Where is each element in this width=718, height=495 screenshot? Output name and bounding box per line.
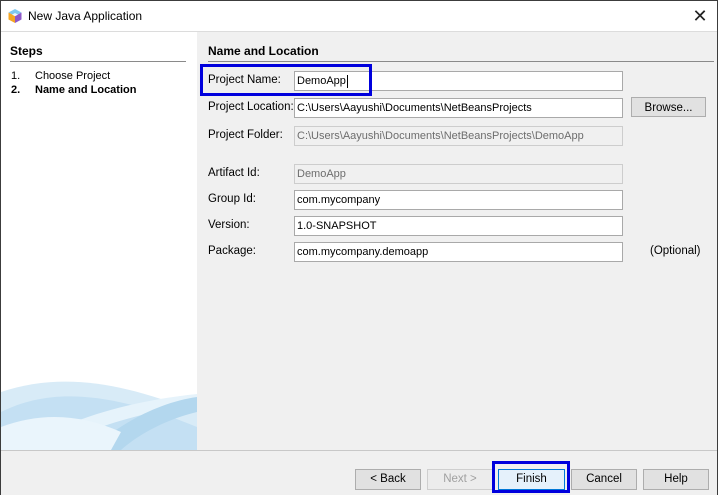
artifact-id-label: Artifact Id:	[208, 167, 260, 179]
title-bar: New Java Application ✕	[1, 1, 717, 32]
step-label: Name and Location	[35, 84, 137, 96]
step-number: 1.	[11, 70, 21, 82]
project-name-value: DemoApp	[297, 75, 346, 87]
dialog-window: New Java Application ✕ Steps 1. Choose Pr…	[0, 0, 718, 495]
project-name-label: Project Name:	[208, 74, 281, 86]
project-location-label: Project Location:	[208, 101, 294, 113]
text-caret	[346, 74, 348, 88]
group-id-input[interactable]: com.mycompany	[294, 190, 623, 210]
browse-button[interactable]: Browse...	[631, 97, 706, 117]
cancel-button[interactable]: Cancel	[571, 469, 637, 490]
button-bar: < Back Next > Finish Cancel Help	[1, 450, 717, 495]
version-label: Version:	[208, 219, 250, 231]
group-id-label: Group Id:	[208, 193, 256, 205]
steps-header: Steps	[10, 44, 186, 62]
package-label: Package:	[208, 245, 256, 257]
back-button[interactable]: < Back	[355, 469, 421, 490]
project-location-input[interactable]: C:\Users\Aayushi\Documents\NetBeansProje…	[294, 98, 623, 118]
step-name-and-location: 2. Name and Location	[11, 84, 136, 96]
name-location-panel: Name and Location Project Name: DemoApp …	[198, 32, 717, 450]
netbeans-cube-icon	[8, 9, 22, 23]
step-label: Choose Project	[35, 70, 111, 82]
next-button: Next >	[427, 469, 493, 490]
close-icon[interactable]: ✕	[683, 1, 717, 31]
step-number: 2.	[11, 84, 21, 96]
project-folder-input: C:\Users\Aayushi\Documents\NetBeansProje…	[294, 126, 623, 146]
version-input[interactable]: 1.0-SNAPSHOT	[294, 216, 623, 236]
project-folder-label: Project Folder:	[208, 129, 283, 141]
window-title: New Java Application	[28, 9, 143, 23]
project-name-input[interactable]: DemoApp	[294, 71, 623, 91]
artifact-id-input: DemoApp	[294, 164, 623, 184]
package-input[interactable]: com.mycompany.demoapp	[294, 242, 623, 262]
section-header: Name and Location	[208, 44, 714, 62]
optional-note: (Optional)	[650, 245, 701, 257]
step-choose-project: 1. Choose Project	[11, 70, 110, 82]
finish-button[interactable]: Finish	[498, 469, 565, 490]
help-button[interactable]: Help	[643, 469, 709, 490]
steps-panel: Steps 1. Choose Project 2. Name and Locati…	[1, 32, 197, 450]
decorative-swoosh	[1, 381, 197, 450]
